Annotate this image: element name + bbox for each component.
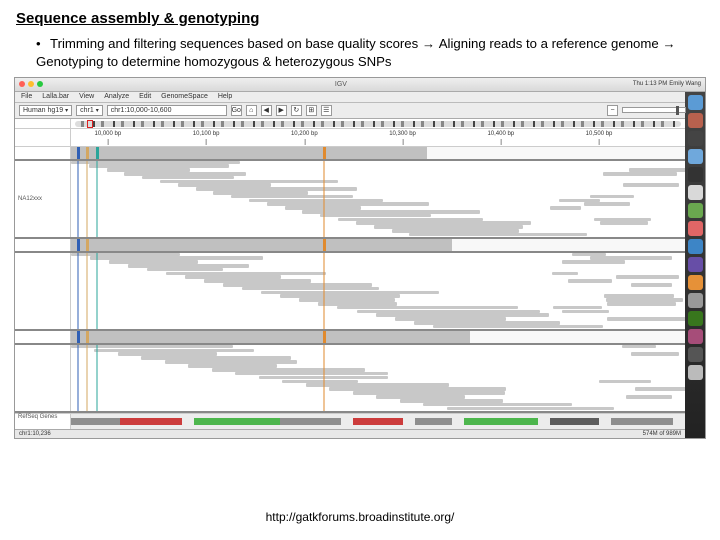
dock-app-icon[interactable]	[688, 185, 703, 200]
chevron-down-icon: ▾	[65, 107, 68, 114]
ruler-tick: 10,100 bp	[193, 131, 220, 137]
close-icon[interactable]	[19, 81, 25, 87]
dock-app-icon[interactable]	[688, 365, 703, 380]
slide-title: Sequence assembly & genotyping	[0, 0, 720, 35]
forward-button[interactable]: ▶	[276, 105, 287, 116]
window-title: IGV	[49, 81, 633, 88]
genome-ruler[interactable]: 10,000 bp 10,100 bp 10,200 bp 10,300 bp 10,4…	[15, 129, 685, 147]
dock-app-icon[interactable]	[688, 257, 703, 272]
status-memory: 574M of 989M	[643, 431, 681, 437]
ruler-tick: 10,300 bp	[389, 131, 416, 137]
zoom-icon[interactable]	[37, 81, 43, 87]
coverage-track[interactable]	[15, 331, 685, 345]
status-bar: chr1:10,236 574M of 989M	[15, 429, 685, 438]
igv-data-panel[interactable]: 10,000 bp 10,100 bp 10,200 bp 10,300 bp 10,4…	[15, 119, 685, 438]
refresh-button[interactable]: ↻	[291, 105, 302, 116]
dock-app-icon[interactable]	[688, 149, 703, 164]
menu-item[interactable]: GenomeSpace	[161, 93, 208, 100]
macos-dock[interactable]	[685, 92, 705, 438]
dock-app-icon[interactable]	[688, 329, 703, 344]
dock-app-icon[interactable]	[688, 167, 703, 182]
dock-app-icon[interactable]	[688, 275, 703, 290]
menubar-user: Emily Wang	[669, 81, 701, 87]
tool-button[interactable]: ⊞	[306, 105, 317, 116]
citation-url: http://gatkforums.broadinstitute.org/	[0, 510, 720, 524]
minimize-icon[interactable]	[28, 81, 34, 87]
dock-app-icon[interactable]	[688, 131, 703, 146]
locus-input[interactable]: chr1:10,000-10,600	[107, 105, 227, 116]
back-button[interactable]: ◀	[261, 105, 272, 116]
ideogram-row[interactable]	[15, 119, 685, 129]
menubar-clock: Thu 1:13 PM	[633, 81, 667, 87]
dock-app-icon[interactable]	[688, 113, 703, 128]
menu-item[interactable]: File	[21, 93, 32, 100]
dock-app-icon[interactable]	[688, 203, 703, 218]
dock-app-icon[interactable]	[688, 293, 703, 308]
traffic-lights[interactable]	[19, 81, 43, 87]
igv-toolbar: Human hg19▾ chr1▾ chr1:10,000-10,600 Go …	[15, 103, 705, 119]
menu-item[interactable]: View	[79, 93, 94, 100]
coverage-track[interactable]	[15, 147, 685, 161]
ruler-tick: 10,500 bp	[586, 131, 613, 137]
genome-select[interactable]: Human hg19▾	[19, 105, 72, 116]
tool-button[interactable]: ☰	[321, 105, 332, 116]
menu-item[interactable]: Analyze	[104, 93, 129, 100]
ruler-tick: 10,400 bp	[487, 131, 514, 137]
zoom-out-button[interactable]: −	[607, 105, 618, 116]
bullet-part3: Genotyping to determine homozygous & het…	[36, 54, 392, 69]
menu-item[interactable]: Edit	[139, 93, 151, 100]
arrow-icon: →	[659, 36, 676, 51]
chromosome-select[interactable]: chr1▾	[76, 105, 103, 116]
go-button[interactable]: Go	[231, 105, 242, 116]
ruler-tick: 10,200 bp	[291, 131, 318, 137]
coverage-track[interactable]	[15, 239, 685, 253]
arrow-icon: →	[418, 36, 439, 51]
dock-app-icon[interactable]	[688, 239, 703, 254]
igv-menubar[interactable]: File Lalla.bar View Analyze Edit GenomeS…	[15, 92, 705, 103]
ruler-tick: 10,000 bp	[94, 131, 121, 137]
dock-app-icon[interactable]	[688, 311, 703, 326]
home-button[interactable]: ⌂	[246, 105, 257, 116]
zoom-slider[interactable]	[622, 107, 686, 113]
menu-item[interactable]: Help	[218, 93, 232, 100]
alignment-track[interactable]	[15, 253, 685, 331]
alignment-track[interactable]: NA12xxx	[15, 161, 685, 239]
alignment-track[interactable]	[15, 345, 685, 413]
igv-screenshot: IGV Thu 1:13 PM Emily Wang File Lalla.ba…	[14, 77, 706, 439]
bullet-text: •Trimming and filtering sequences based …	[0, 35, 720, 77]
dock-app-icon[interactable]	[688, 347, 703, 362]
dock-app-icon[interactable]	[688, 95, 703, 110]
bullet-part2: Aligning reads to a reference genome	[439, 36, 659, 51]
menu-item[interactable]: Lalla.bar	[42, 93, 69, 100]
status-locus: chr1:10,236	[19, 431, 51, 437]
chevron-down-icon: ▾	[96, 107, 99, 114]
bullet-part1: Trimming and filtering sequences based o…	[50, 36, 418, 51]
dock-app-icon[interactable]	[688, 221, 703, 236]
mac-title-bar: IGV Thu 1:13 PM Emily Wang	[15, 78, 705, 92]
